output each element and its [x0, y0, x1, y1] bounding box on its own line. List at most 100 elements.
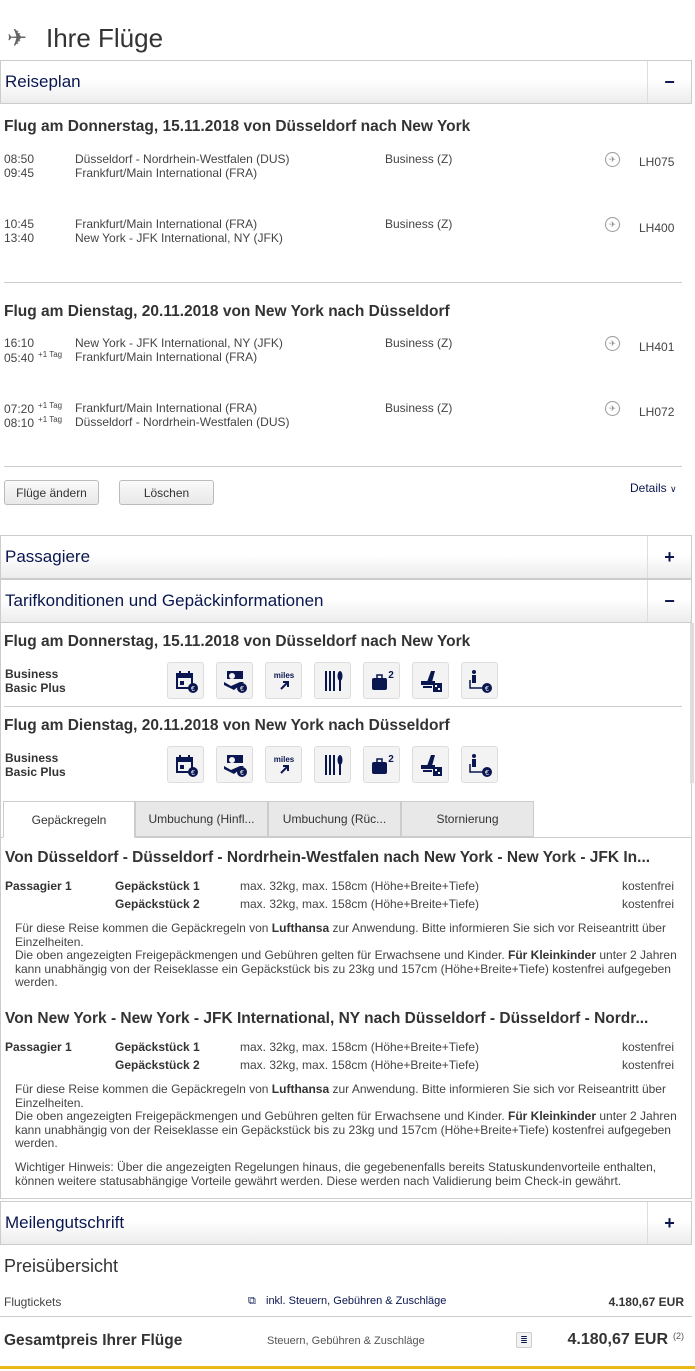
baggage-fee: kostenfrei	[621, 897, 674, 911]
baggage-icon[interactable]: 2	[363, 746, 400, 783]
total-label: Gesamtpreis Ihrer Flüge	[4, 1332, 183, 1349]
departure-airport: Frankfurt/Main International (FRA)	[75, 217, 258, 231]
accordion-tarif[interactable]: Tarifkonditionen und Gepäckinformationen…	[0, 579, 692, 623]
baggage-fee: kostenfrei	[621, 1058, 674, 1072]
booking-class: Business (Z)	[385, 217, 453, 231]
lufthansa-crane-icon: ✈	[605, 217, 620, 232]
details-label: Details	[630, 481, 667, 495]
svg-text:miles: miles	[273, 671, 294, 680]
expand-icon[interactable]: +	[647, 536, 691, 578]
total-tax-note: Steuern, Gebühren & Zuschläge	[267, 1335, 425, 1347]
departure-time: 07:20 +1 Tag	[4, 401, 63, 416]
svg-text:€: €	[240, 770, 244, 777]
details-link[interactable]: Details ∨	[630, 481, 677, 495]
next-day-tag: +1 Tag	[38, 401, 63, 410]
divider	[4, 706, 682, 707]
baggage-icon[interactable]: 2	[363, 662, 400, 699]
delete-button[interactable]: Löschen	[119, 480, 214, 505]
tickets-label: Flugtickets	[4, 1295, 62, 1309]
flight-number: LH075	[639, 155, 675, 169]
baggage-fee: kostenfrei	[621, 879, 674, 893]
expand-icon[interactable]: +	[647, 1202, 691, 1244]
seat-reservation-icon[interactable]	[412, 662, 449, 699]
accordion-title: Tarifkonditionen und Gepäckinformationen	[5, 591, 324, 610]
tickets-tax-note[interactable]: inkl. Steuern, Gebühren & Zuschläge	[266, 1295, 446, 1307]
plane-icon: ✈	[6, 24, 28, 52]
baggage-dims: max. 32kg, max. 158cm (Höhe+Breite+Tiefe…	[240, 1040, 479, 1054]
baggage-row: Gepäckstück 2 max. 32kg, max. 158cm (Höh…	[0, 897, 692, 915]
tab-cancellation[interactable]: Stornierung	[401, 801, 534, 837]
svg-text:2: 2	[388, 754, 394, 765]
fare-flight-title: Flug am Dienstag, 20.11.2018 von New Yor…	[4, 717, 450, 734]
lufthansa-crane-icon: ✈	[605, 152, 620, 167]
next-day-tag: +1 Tag	[38, 415, 63, 424]
baggage-piece: Gepäckstück 2	[115, 897, 200, 911]
baggage-piece: Gepäckstück 1	[115, 879, 200, 893]
fare-flight-title: Flug am Donnerstag, 15.11.2018 von Düsse…	[4, 633, 471, 650]
baggage-piece: Gepäckstück 1	[115, 1040, 200, 1054]
baggage-piece: Gepäckstück 2	[115, 1058, 200, 1072]
change-flights-button[interactable]: Flüge ändern	[4, 480, 99, 505]
status-notice: Wichtiger Hinweis: Über die angezeigten …	[15, 1160, 657, 1188]
total-amount: 4.180,67 EUR	[567, 1331, 668, 1348]
inbound-flight-title: Flug am Dienstag, 20.11.2018 von New Yor…	[4, 303, 450, 320]
seat-reservation-icon[interactable]	[412, 746, 449, 783]
tab-rebooking-outbound[interactable]: Umbuchung (Hinfl...	[135, 801, 268, 837]
arrival-airport: New York - JFK International, NY (JFK)	[75, 231, 283, 245]
lounge-fee-icon[interactable]: €	[461, 662, 498, 699]
refund-fee-icon[interactable]: €	[216, 662, 253, 699]
flight-number: LH401	[639, 340, 675, 354]
svg-text:€: €	[485, 686, 489, 693]
departure-airport: New York - JFK International, NY (JFK)	[75, 336, 283, 350]
baggage-dims: max. 32kg, max. 158cm (Höhe+Breite+Tiefe…	[240, 879, 479, 893]
arrival-time: 09:45	[4, 166, 35, 180]
svg-text:€: €	[191, 686, 195, 693]
accordion-passagiere[interactable]: Passagiere +	[0, 535, 692, 579]
arrival-time: 13:40	[4, 231, 35, 245]
tab-rebooking-return[interactable]: Umbuchung (Rüc...	[268, 801, 401, 837]
tab-baggage-rules[interactable]: Gepäckregeln	[3, 801, 135, 838]
departure-airport: Düsseldorf - Nordrhein-Westfalen (DUS)	[75, 152, 290, 166]
baggage-row: Passagier 1 Gepäckstück 1 max. 32kg, max…	[0, 1040, 692, 1058]
rebooking-fee-icon[interactable]: €	[167, 662, 204, 699]
booking-class: Business (Z)	[385, 152, 453, 166]
lounge-fee-icon[interactable]: €	[461, 746, 498, 783]
booking-class: Business (Z)	[385, 336, 453, 350]
arrival-time: 05:40 +1 Tag	[4, 350, 63, 365]
baggage-info: Für diese Reise kommen die Gepäckregeln …	[15, 1082, 677, 1150]
baggage-fee: kostenfrei	[621, 1040, 674, 1054]
fare-name: Business Basic Plus	[5, 667, 66, 695]
svg-text:€: €	[191, 770, 195, 777]
price-breakdown-icon[interactable]: ≣	[516, 1332, 532, 1348]
baggage-row: Passagier 1 Gepäckstück 1 max. 32kg, max…	[0, 879, 692, 897]
svg-text:€: €	[240, 686, 244, 693]
accordion-reiseplan[interactable]: Reiseplan −	[0, 60, 692, 104]
price-overview-title: Preisübersicht	[4, 1256, 119, 1276]
baggage-dims: max. 32kg, max. 158cm (Höhe+Breite+Tiefe…	[240, 1058, 479, 1072]
chevron-down-icon: ∨	[670, 484, 677, 494]
arrival-airport: Frankfurt/Main International (FRA)	[75, 350, 258, 364]
meal-icon[interactable]	[314, 746, 351, 783]
accordion-title: Passagiere	[5, 547, 91, 566]
collapse-icon[interactable]: −	[647, 580, 691, 622]
accordion-meilen[interactable]: Meilengutschrift +	[0, 1201, 692, 1245]
meal-icon[interactable]	[314, 662, 351, 699]
baggage-info: Für diese Reise kommen die Gepäckregeln …	[15, 921, 677, 989]
popup-icon[interactable]: ⧉	[248, 1295, 256, 1308]
page-title: Ihre Flüge	[46, 22, 164, 53]
baggage-route-title: Von New York - New York - JFK Internatio…	[5, 1010, 649, 1027]
next-day-tag: +1 Tag	[38, 350, 63, 359]
flight-number: LH072	[639, 405, 675, 419]
miles-icon[interactable]: miles	[265, 746, 302, 783]
collapse-icon[interactable]: −	[647, 61, 691, 103]
baggage-dims: max. 32kg, max. 158cm (Höhe+Breite+Tiefe…	[240, 897, 479, 911]
lufthansa-crane-icon: ✈	[605, 336, 620, 351]
footnote-marker[interactable]: (2)	[673, 1331, 684, 1341]
miles-icon[interactable]: miles	[265, 662, 302, 699]
scrollbar[interactable]	[690, 623, 694, 783]
fare-name: Business Basic Plus	[5, 751, 66, 779]
accent-line	[0, 1366, 695, 1369]
rebooking-fee-icon[interactable]: €	[167, 746, 204, 783]
accordion-title: Meilengutschrift	[5, 1213, 125, 1232]
refund-fee-icon[interactable]: €	[216, 746, 253, 783]
